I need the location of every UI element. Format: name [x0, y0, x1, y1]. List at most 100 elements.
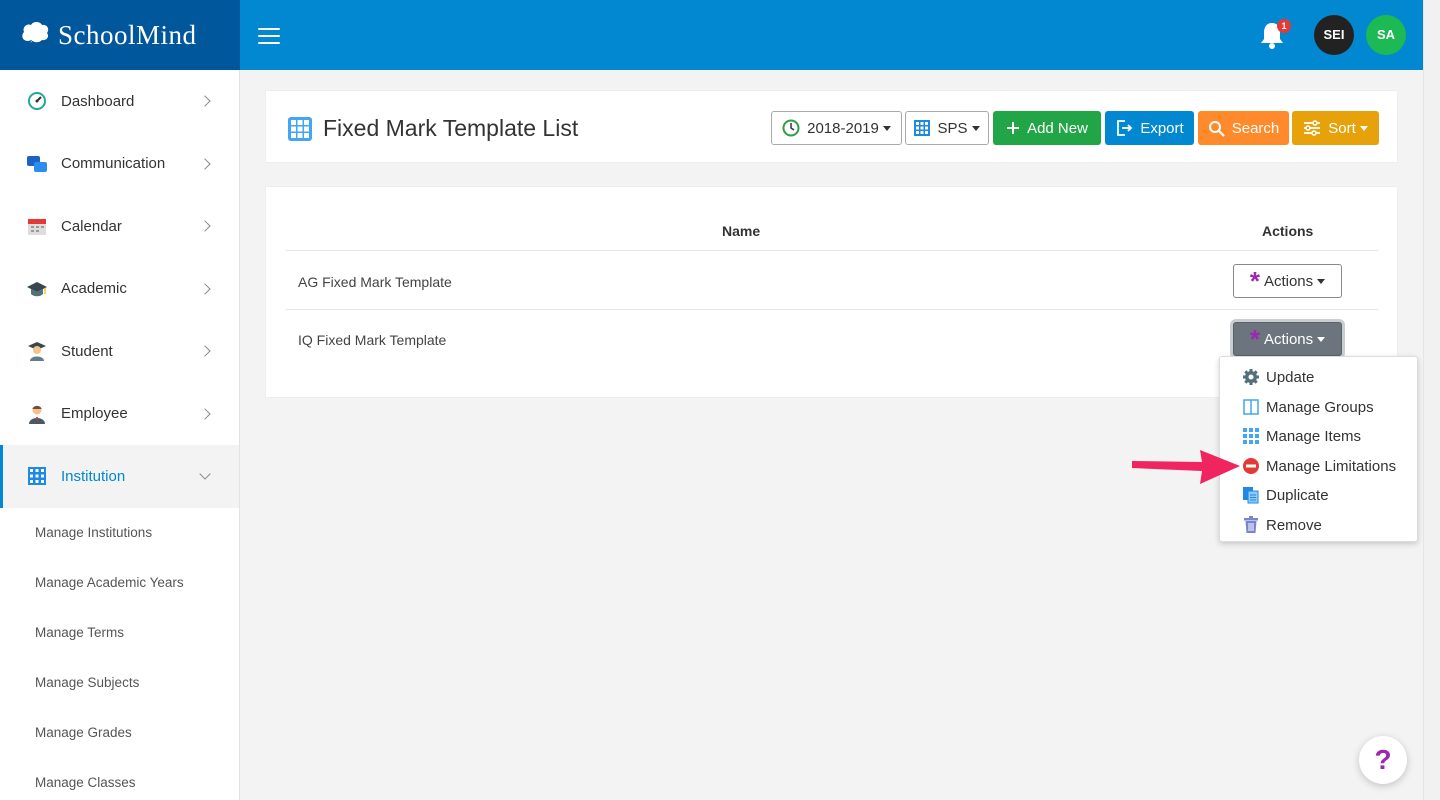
add-new-label: Add New — [1027, 119, 1088, 137]
caret-down-icon — [1317, 278, 1326, 284]
table-grid-icon — [287, 116, 313, 147]
sidebar-subitem-manage-classes[interactable]: Manage Classes — [0, 758, 239, 800]
menu-item-label: Manage Items — [1266, 427, 1362, 445]
calendar-icon — [26, 215, 48, 237]
dashboard-gauge-icon — [26, 90, 48, 112]
header-divider — [286, 250, 1378, 251]
caret-down-icon — [971, 125, 980, 131]
export-icon — [1115, 119, 1133, 137]
row-actions-label: Actions — [1263, 272, 1314, 290]
asterisk-icon: * — [1249, 324, 1260, 354]
sidebar-item-dashboard[interactable]: Dashboard — [0, 70, 239, 133]
chevron-right-icon — [199, 283, 211, 295]
chevron-right-icon — [199, 158, 211, 170]
sidebar-subitem-manage-grades[interactable]: Manage Grades — [0, 708, 239, 758]
menu-item-label: Duplicate — [1266, 486, 1329, 504]
menu-item-remove[interactable]: Remove — [1242, 514, 1322, 536]
brand-name: SchoolMind — [58, 19, 197, 50]
column-header-actions: Actions — [1262, 223, 1314, 239]
sidebar-item-label: Communication — [61, 155, 166, 173]
menu-item-update[interactable]: Update — [1242, 366, 1314, 388]
chevron-down-icon — [199, 468, 211, 480]
export-label: Export — [1140, 119, 1184, 137]
sidebar-item-label: Student — [61, 342, 113, 360]
chevron-right-icon — [199, 408, 211, 420]
no-entry-icon — [1242, 457, 1260, 475]
sort-label: Sort — [1328, 119, 1356, 137]
grid-icon — [1242, 427, 1260, 445]
sidebar-item-label: Institution — [61, 467, 126, 485]
menu-item-duplicate[interactable]: Duplicate — [1242, 484, 1329, 506]
sidebar-item-label: Dashboard — [61, 92, 135, 110]
help-button[interactable]: ? — [1359, 736, 1407, 784]
asterisk-icon: * — [1249, 266, 1260, 296]
search-button[interactable]: Search — [1198, 111, 1289, 145]
page-scrollbar[interactable] — [1423, 0, 1440, 800]
notifications-bell-icon[interactable]: 1 — [1258, 19, 1291, 52]
building-icon — [26, 465, 48, 487]
menu-item-label: Update — [1266, 368, 1315, 386]
brand-logo[interactable]: SchoolMind — [0, 0, 240, 70]
menu-toggle-icon[interactable] — [258, 28, 280, 46]
menu-item-label: Manage Groups — [1266, 398, 1374, 416]
table-row-name: AG Fixed Mark Template — [298, 274, 452, 290]
sidebar-item-calendar[interactable]: Calendar — [0, 195, 239, 258]
gear-icon — [1242, 368, 1260, 386]
student-icon — [26, 340, 48, 362]
sidebar-item-label: Calendar — [61, 217, 122, 235]
duplicate-icon — [1242, 486, 1260, 504]
avatar-sei[interactable]: SEI — [1314, 15, 1354, 55]
sidebar-subitem-manage-academic-years[interactable]: Manage Academic Years — [0, 558, 239, 608]
page-title: Fixed Mark Template List — [323, 115, 579, 141]
chevron-right-icon — [199, 220, 211, 232]
row-actions-label: Actions — [1263, 330, 1314, 348]
page-header-card: Fixed Mark Template List 2018-2019 SPS A… — [265, 90, 1398, 163]
table-row-name: IQ Fixed Mark Template — [298, 332, 447, 348]
menu-item-label: Remove — [1266, 516, 1322, 534]
caret-down-icon — [1359, 125, 1368, 131]
year-select-label: 2018-2019 — [807, 119, 879, 137]
menu-item-manage-groups[interactable]: Manage Groups — [1242, 396, 1374, 418]
sidebar: Dashboard Communication Calendar Academi… — [0, 70, 240, 800]
add-new-button[interactable]: Add New — [993, 111, 1101, 145]
sidebar-item-communication[interactable]: Communication — [0, 133, 239, 196]
sidebar-subitem-manage-subjects[interactable]: Manage Subjects — [0, 658, 239, 708]
actions-dropdown-menu: Update Manage Groups Manage Items Manage… — [1219, 356, 1418, 542]
sliders-icon — [1303, 120, 1321, 136]
search-label: Search — [1231, 119, 1280, 137]
school-select-button[interactable]: SPS — [905, 111, 989, 145]
plus-icon — [1006, 121, 1020, 135]
row-divider — [286, 309, 1378, 310]
menu-item-manage-items[interactable]: Manage Items — [1242, 425, 1361, 447]
sidebar-item-employee[interactable]: Employee — [0, 383, 239, 446]
notification-badge: 1 — [1277, 19, 1291, 33]
pointer-arrow-icon — [1132, 450, 1240, 484]
chevron-right-icon — [199, 345, 211, 357]
school-select-label: SPS — [937, 119, 968, 137]
year-select-button[interactable]: 2018-2019 — [771, 111, 902, 145]
employee-icon — [26, 403, 48, 425]
columns-icon — [1242, 398, 1260, 416]
row-actions-button[interactable]: * Actions — [1233, 264, 1342, 298]
sidebar-subitem-manage-terms[interactable]: Manage Terms — [0, 608, 239, 658]
sidebar-subitem-manage-institutions[interactable]: Manage Institutions — [0, 508, 239, 558]
building-icon — [914, 120, 931, 136]
sidebar-item-student[interactable]: Student — [0, 320, 239, 383]
search-icon — [1208, 120, 1225, 137]
menu-item-label: Manage Limitations — [1266, 457, 1397, 475]
export-button[interactable]: Export — [1105, 111, 1194, 145]
trash-icon — [1242, 516, 1260, 534]
sort-button[interactable]: Sort — [1292, 111, 1379, 145]
sidebar-item-institution[interactable]: Institution — [0, 445, 239, 508]
caret-down-icon — [882, 125, 891, 131]
sidebar-item-label: Academic — [61, 280, 127, 298]
clock-icon — [782, 119, 800, 137]
avatar-sa[interactable]: SA — [1366, 15, 1406, 55]
sidebar-item-academic[interactable]: Academic — [0, 258, 239, 321]
brain-cloud-icon — [20, 21, 50, 50]
menu-item-manage-limitations[interactable]: Manage Limitations — [1242, 455, 1396, 477]
sidebar-item-label: Employee — [61, 405, 128, 423]
row-actions-button-open[interactable]: * Actions — [1233, 322, 1342, 356]
graduation-cap-icon — [26, 278, 48, 300]
chevron-right-icon — [199, 95, 211, 107]
